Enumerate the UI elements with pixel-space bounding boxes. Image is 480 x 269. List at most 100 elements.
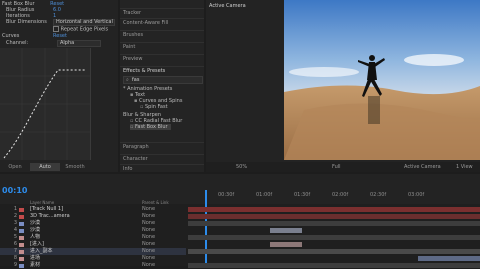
layer-color-swatch[interactable] (19, 222, 24, 226)
tree-label-spin-fast: Spin Fast (144, 104, 168, 110)
layer-track[interactable] (188, 241, 480, 248)
layer-name[interactable]: [进入] (30, 241, 44, 248)
preview-panel-tab[interactable]: Preview (120, 54, 204, 62)
effect-controls-panel: Fast Box Blur Reset Blur Radius 6.0 Iter… (0, 0, 118, 172)
tree-spin-fast[interactable]: ▫ Spin Fast (140, 104, 168, 110)
side-panels: Tracker Content-Aware Fill Brushes Paint… (120, 0, 204, 172)
layer-row[interactable]: 2 3D Trac...amera None (0, 213, 186, 220)
column-layer-name[interactable]: Layer Name (30, 200, 54, 205)
info-panel-tab[interactable]: Info (120, 164, 204, 172)
zoom-dropdown[interactable]: 50% (236, 164, 247, 170)
layer-duration-bar[interactable] (270, 228, 302, 233)
curves-auto-button[interactable]: Auto (30, 163, 60, 171)
layer-number: 1 (13, 206, 17, 212)
layer-duration-bar[interactable] (188, 207, 480, 212)
layer-color-swatch[interactable] (19, 250, 24, 254)
brushes-panel-tab[interactable]: Brushes (120, 30, 204, 38)
layer-number: 6 (13, 241, 17, 247)
views-dropdown[interactable]: 1 View (456, 164, 473, 170)
repeat-edge-label: Repeat Edge Pixels (60, 26, 109, 33)
curves-graph[interactable] (0, 48, 91, 160)
layer-parent[interactable]: None (142, 248, 155, 255)
curves-row[interactable]: Curves Reset (2, 33, 67, 39)
layer-parent[interactable]: None (142, 241, 155, 248)
layer-name[interactable]: 沙漠 (30, 227, 40, 234)
viewer-toolbar: 50% Full Active Camera 1 View (206, 162, 480, 172)
ruler-tick: 03:00f (408, 192, 425, 198)
layer-duration-bar[interactable] (188, 221, 480, 226)
layer-parent[interactable]: None (142, 227, 155, 234)
layer-duration-bar[interactable] (188, 235, 480, 240)
tracker-panel-tab[interactable]: Tracker (120, 8, 204, 16)
curves-open-button[interactable]: Open (0, 163, 30, 171)
layer-track[interactable] (188, 206, 480, 213)
layer-color-swatch[interactable] (19, 264, 24, 268)
layer-track[interactable] (188, 255, 480, 262)
repeat-edge-checkbox[interactable] (53, 26, 59, 32)
layer-color-swatch[interactable] (19, 257, 24, 261)
viewer-camera-label: Active Camera (209, 3, 246, 9)
layer-row[interactable]: 8 进场 None (0, 255, 186, 262)
layer-color-swatch[interactable] (19, 215, 24, 219)
layer-row[interactable]: 3 沙漠 None (0, 220, 186, 227)
layer-parent[interactable]: None (142, 206, 155, 213)
layer-color-swatch[interactable] (19, 229, 24, 233)
camera-dropdown[interactable]: Active Camera (404, 164, 441, 170)
paragraph-panel-tab[interactable]: Paragraph (120, 142, 204, 150)
layer-parent[interactable]: None (142, 220, 155, 227)
tree-fast-box-blur[interactable]: ▫ Fast Box Blur (130, 124, 171, 130)
layer-track[interactable] (188, 227, 480, 234)
character-panel-tab[interactable]: Character (120, 154, 204, 162)
layer-duration-bar[interactable] (188, 214, 480, 219)
layer-number: 8 (13, 255, 17, 261)
layer-row[interactable]: 4 沙漠 None (0, 227, 186, 234)
layer-name[interactable]: 沙漠 (30, 220, 40, 227)
layer-row-selected[interactable]: 7 进入_副本 None (0, 248, 186, 255)
ruler-tick: 01:00f (256, 192, 273, 198)
layer-duration-bar[interactable] (270, 242, 302, 247)
composition-viewer: Active Camera 50% Full Active Camera 1 V… (206, 0, 480, 172)
layer-track[interactable] (188, 234, 480, 241)
layer-duration-bar[interactable] (418, 256, 480, 261)
layer-color-swatch[interactable] (19, 243, 24, 247)
effects-search-field[interactable]: ⌕ fas (123, 76, 203, 84)
layer-track[interactable] (188, 248, 480, 255)
layer-color-swatch[interactable] (19, 236, 24, 240)
ruler-tick: 02:30f (370, 192, 387, 198)
ruler-tick: 01:30f (294, 192, 311, 198)
layer-number: 5 (13, 234, 17, 240)
layer-parent[interactable]: None (142, 213, 155, 220)
layer-number: 3 (13, 220, 17, 226)
layer-row[interactable]: 6 [进入] None (0, 241, 186, 248)
curves-reset-link[interactable]: Reset (53, 33, 67, 39)
layer-number: 4 (13, 227, 17, 233)
timeline-header: 00:10 00:30f 01:00f 01:30f 02:00f 02:30f… (0, 174, 480, 266)
column-parent-link[interactable]: Parent & Link (142, 200, 169, 205)
effects-presets-panel-tab[interactable]: Effects & Presets (120, 66, 204, 74)
layer-color-swatch[interactable] (19, 208, 24, 212)
channel-dropdown[interactable]: Alpha (57, 40, 101, 47)
layer-name[interactable]: 人物 (30, 234, 40, 241)
layer-track[interactable] (188, 213, 480, 220)
composition-frame[interactable] (284, 0, 480, 160)
layer-number: 2 (13, 213, 17, 219)
layer-row[interactable]: 1 [Track Null 1] None (0, 206, 186, 213)
content-aware-panel-tab[interactable]: Content-Aware Fill (120, 18, 204, 26)
repeat-edge-row[interactable]: Repeat Edge Pixels (53, 26, 109, 33)
dimensions-dropdown[interactable]: Horizontal and Vertical (53, 19, 115, 26)
layer-track[interactable] (188, 220, 480, 227)
layer-name[interactable]: 进场 (30, 255, 40, 262)
curves-smooth-button[interactable]: Smooth (60, 163, 90, 171)
layer-row[interactable]: 5 人物 None (0, 234, 186, 241)
quality-dropdown[interactable]: Full (332, 164, 341, 170)
layer-duration-bar[interactable] (188, 249, 480, 254)
layer-name[interactable]: [Track Null 1] (30, 206, 63, 213)
layer-parent[interactable]: None (142, 234, 155, 241)
channel-label: Channel: (6, 40, 29, 46)
tree-label-fast-box-blur: Fast Box Blur (134, 124, 168, 130)
layer-parent[interactable]: None (142, 255, 155, 262)
paint-panel-tab[interactable]: Paint (120, 42, 204, 50)
layer-name[interactable]: 3D Trac...amera (30, 213, 70, 220)
layer-name[interactable]: 进入_副本 (30, 248, 53, 255)
timecode-display[interactable]: 00:10 (2, 186, 27, 195)
